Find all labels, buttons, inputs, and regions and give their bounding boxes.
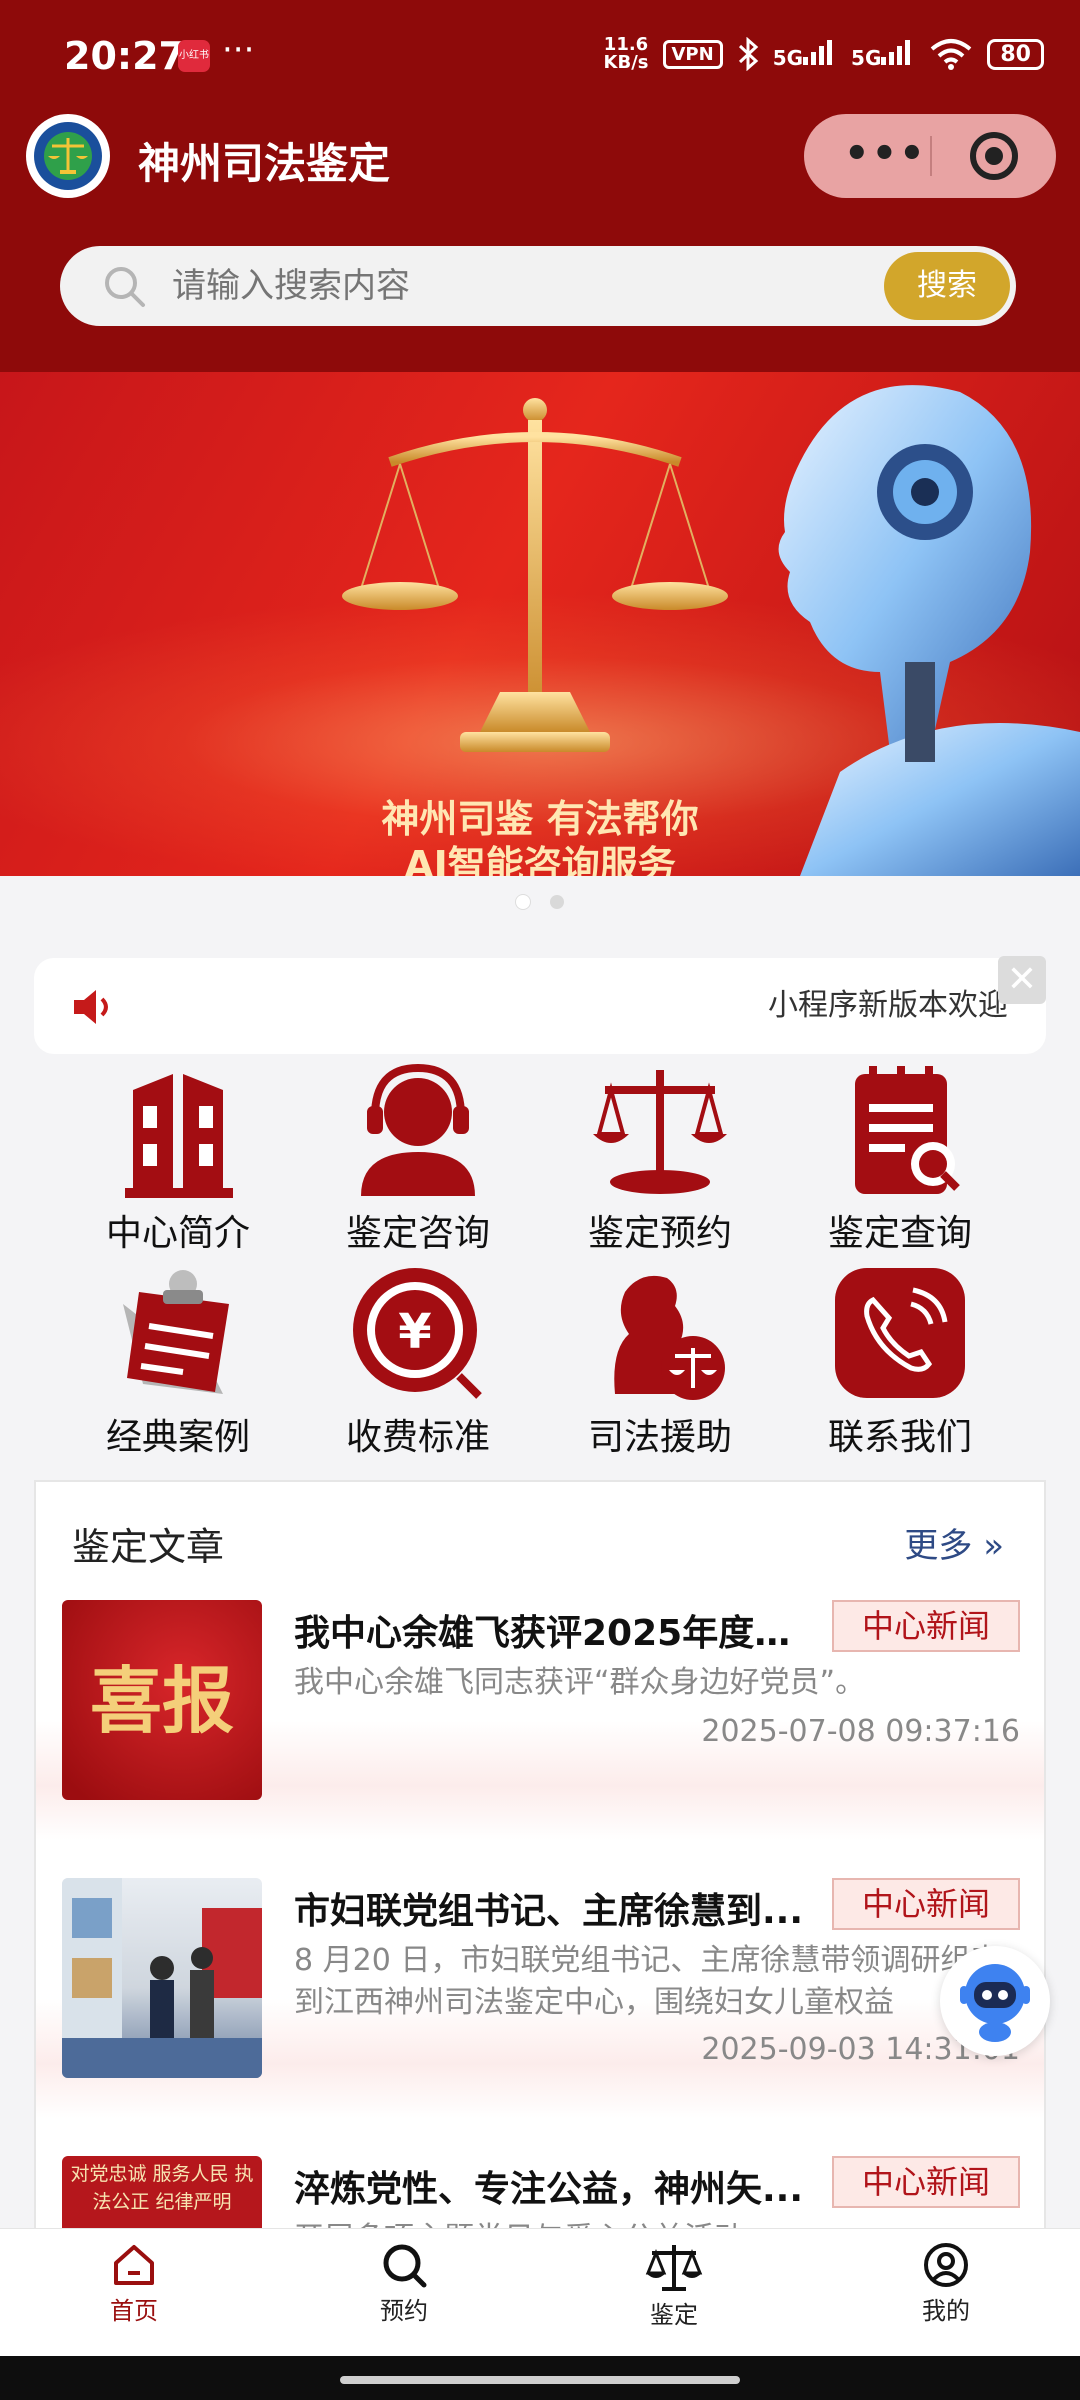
wifi-icon — [931, 39, 972, 70]
grid-label: 收费标准 — [345, 1417, 490, 1458]
article-tag[interactable]: 中心新闻 — [832, 1600, 1020, 1652]
grid-item-legal-aid[interactable]: 司法援助 — [540, 1264, 780, 1460]
grid-label: 司法援助 — [587, 1417, 732, 1458]
notice-bar[interactable]: 小程序新版本欢迎 — [34, 958, 1046, 1054]
app-title: 神州司法鉴定 — [138, 139, 391, 188]
close-miniprogram-button[interactable] — [970, 132, 1018, 180]
svg-text:¥: ¥ — [398, 1304, 431, 1360]
grid-item-contact[interactable]: 联系我们 — [780, 1264, 1020, 1460]
title-row: 神州司法鉴定 ••• — [0, 110, 1080, 210]
notice-close-button[interactable]: ✕ — [998, 956, 1046, 1004]
carousel-indicator — [0, 894, 1080, 913]
grid-item-fees[interactable]: ¥ 收费标准 — [298, 1264, 538, 1460]
article-tag[interactable]: 中心新闻 — [832, 1878, 1020, 1930]
bottom-tab-bar: 首页 预约 鉴定 我的 — [0, 2228, 1080, 2356]
article-summary: 8 月20 日，市妇联党组书记、主席徐慧带领调研组来到江西神州司法鉴定中心，围绕… — [294, 1943, 1001, 2020]
notice-text: 小程序新版本欢迎 — [768, 988, 1008, 1023]
grid-item-appointment[interactable]: 鉴定预约 — [540, 1060, 780, 1256]
banner-caption: 神州司鉴 有法帮你 AI智能咨询服务 — [381, 797, 699, 876]
judge-scale-icon — [614, 1275, 725, 1400]
tab-mine[interactable]: 我的 — [876, 2241, 1016, 2326]
article-tag[interactable]: 中心新闻 — [832, 2156, 1020, 2208]
article-thumbnail: 喜报 — [62, 1600, 262, 1800]
battery-indicator: 80 — [987, 38, 1044, 70]
yuan-search-icon: ¥ — [353, 1268, 482, 1399]
signal-5g-2: 5G — [851, 39, 915, 70]
articles-section: 鉴定文章 更多 » 喜报 我中心余雄飞获评2025年度“... 中心新闻 我中心… — [34, 1480, 1046, 2240]
user-icon — [924, 2243, 968, 2287]
article-item[interactable]: 市妇联党组书记、主席徐慧到... 中心新闻 8 月20 日，市妇联党组书记、主席… — [36, 1878, 1044, 2148]
capsule-divider — [930, 136, 932, 176]
article-title: 我中心余雄飞获评2025年度“... — [294, 1613, 804, 1654]
header: 20:27 小红书 ··· 11.6 KB/s VPN 5G 5G 80 神州司… — [0, 0, 1080, 372]
home-icon — [114, 2245, 154, 2285]
carousel-dot[interactable] — [516, 895, 530, 909]
ai-assistant-button[interactable] — [940, 1946, 1050, 2056]
signal-5g-1: 5G — [773, 39, 837, 70]
scale-icon — [645, 2245, 703, 2291]
status-right: 11.6 KB/s VPN 5G 5G 80 — [604, 36, 1044, 72]
grid-item-center-intro[interactable]: 中心简介 — [58, 1060, 298, 1256]
robot-icon — [960, 1964, 1030, 2042]
app-logo — [26, 114, 110, 198]
article-thumbnail — [62, 1878, 262, 2078]
tab-appraisal[interactable]: 鉴定 — [604, 2241, 744, 2330]
justice-scale-illustration — [342, 398, 728, 752]
article-title: 淬炼党性、专注公益，神州矢... — [294, 2169, 804, 2210]
banner-carousel[interactable]: 神州司鉴 有法帮你 AI智能咨询服务 — [0, 372, 1080, 876]
double-chevron-icon: » — [983, 1526, 1004, 1566]
article-title: 市妇联党组书记、主席徐慧到... — [294, 1891, 804, 1932]
clipboard-icon — [123, 1270, 229, 1394]
grid-item-cases[interactable]: 经典案例 — [58, 1264, 298, 1460]
status-time: 20:27 — [64, 34, 185, 78]
scale-icon — [593, 1070, 727, 1194]
article-date: 2025-07-08 09:37:16 — [701, 1714, 1020, 1749]
grid-label: 鉴定预约 — [587, 1213, 732, 1254]
search-button[interactable]: 搜索 — [884, 252, 1010, 320]
section-title: 鉴定文章 — [72, 1525, 225, 1569]
search-icon — [105, 267, 145, 307]
tab-home[interactable]: 首页 — [64, 2241, 204, 2326]
phone-icon — [835, 1268, 965, 1398]
status-more-dots: ··· — [222, 30, 255, 70]
search-input[interactable] — [172, 246, 812, 326]
vpn-badge: VPN — [662, 39, 723, 69]
notification-app-icon: 小红书 — [178, 40, 210, 72]
headset-person-icon — [361, 1063, 475, 1196]
more-menu-button[interactable]: ••• — [844, 134, 927, 174]
grid-label: 中心简介 — [105, 1213, 250, 1254]
search-icon — [383, 2244, 427, 2288]
building-icon — [125, 1074, 233, 1198]
grid-item-query[interactable]: 鉴定查询 — [780, 1060, 1020, 1256]
grid-label: 鉴定咨询 — [345, 1213, 490, 1254]
article-summary: 我中心余雄飞同志获评“群众身边好党员”。 — [294, 1665, 866, 1700]
mini-program-capsule: ••• — [804, 114, 1056, 198]
grid-label: 经典案例 — [105, 1417, 250, 1458]
article-item[interactable]: 喜报 我中心余雄飞获评2025年度“... 中心新闻 我中心余雄飞同志获评“群众… — [36, 1600, 1044, 1870]
grid-label: 鉴定查询 — [827, 1213, 972, 1254]
speaker-icon — [74, 990, 108, 1024]
status-bar: 20:27 小红书 ··· 11.6 KB/s VPN 5G 5G 80 — [0, 0, 1080, 110]
bluetooth-icon — [738, 37, 758, 71]
search-bar: 搜索 — [60, 246, 1016, 326]
tab-appointment[interactable]: 预约 — [334, 2241, 474, 2326]
robot-illustration — [778, 385, 1080, 876]
grid-label: 联系我们 — [827, 1417, 972, 1458]
document-search-icon — [855, 1066, 960, 1194]
grid-item-consultation[interactable]: 鉴定咨询 — [298, 1060, 538, 1256]
home-gesture-bar[interactable] — [340, 2376, 740, 2384]
system-navigation-bar — [0, 2356, 1080, 2400]
network-speed: 11.6 KB/s — [603, 34, 649, 73]
more-link[interactable]: 更多 » — [904, 1518, 1004, 1567]
carousel-dot[interactable] — [550, 895, 564, 909]
